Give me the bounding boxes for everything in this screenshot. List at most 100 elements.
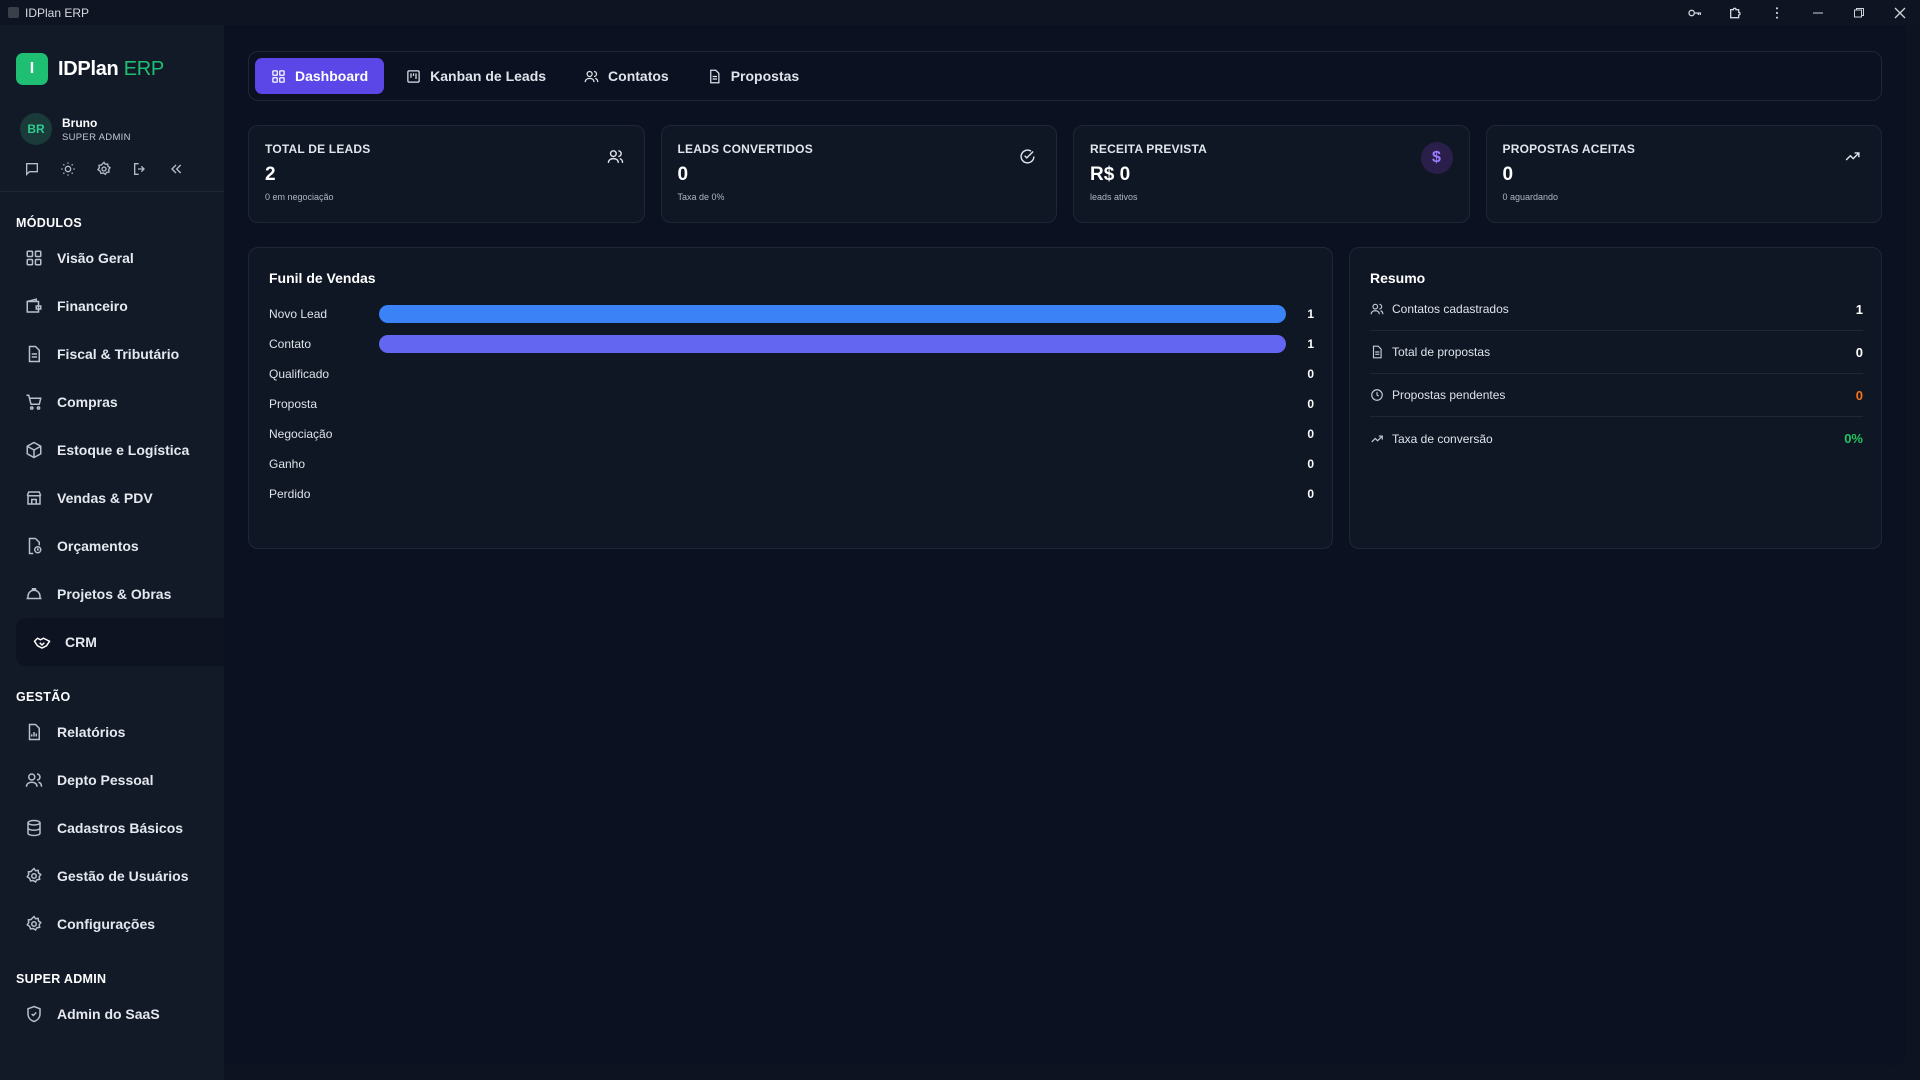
minimize-button[interactable] (1797, 0, 1838, 25)
key-icon[interactable] (1674, 0, 1715, 25)
summary-panel: Resumo Contatos cadastrados 1 Total de p… (1349, 247, 1882, 549)
sidebar-item-label: Configurações (57, 916, 156, 932)
users-icon (1370, 302, 1384, 316)
trending-up-icon (1844, 148, 1861, 165)
funnel-stage-value: 0 (1307, 457, 1314, 471)
sidebar-item-label: Financeiro (57, 298, 128, 314)
brand[interactable]: I IDPlan ERP (0, 25, 224, 95)
tab-label: Contatos (608, 68, 669, 84)
kpi-value: 2 (265, 164, 276, 185)
logout-icon[interactable] (132, 161, 148, 177)
funnel-bar (379, 305, 1286, 323)
close-button[interactable] (1879, 0, 1920, 25)
app-icon (8, 7, 19, 18)
brand-name: IDPlan (58, 57, 119, 80)
tab-dashboard[interactable]: Dashboard (255, 58, 385, 94)
kanban-icon (406, 69, 421, 84)
kpi-card-leads-convertidos[interactable]: LEADS CONVERTIDOS 0 Taxa de 0% (660, 125, 1057, 223)
collapse-icon[interactable] (168, 161, 184, 177)
kpi-card-propostas-aceitas[interactable]: PROPOSTAS ACEITAS 0 0 aguardando (1485, 125, 1882, 223)
users-icon (607, 148, 624, 165)
sidebar-item-orcamentos[interactable]: Orçamentos (0, 522, 224, 570)
kpi-title: RECEITA PREVISTA (1090, 142, 1207, 156)
more-vertical-icon[interactable] (1756, 0, 1797, 25)
funnel-stage-value: 1 (1307, 307, 1314, 321)
sidebar-item-visao-geral[interactable]: Visão Geral (0, 234, 224, 282)
sidebar-item-label: Compras (57, 394, 118, 410)
tab-bar: Dashboard Kanban de Leads Contatos Propo… (248, 51, 1882, 101)
sidebar-item-fiscal[interactable]: Fiscal & Tributário (0, 330, 224, 378)
box-icon (25, 441, 43, 459)
sidebar-item-label: Admin do SaaS (57, 1006, 160, 1022)
summary-value: 0% (1844, 431, 1863, 446)
sidebar-item-vendas[interactable]: Vendas & PDV (0, 474, 224, 522)
database-icon (25, 819, 43, 837)
cart-icon (25, 393, 43, 411)
chart-file-icon (25, 723, 43, 741)
kpi-title: TOTAL DE LEADS (265, 142, 371, 156)
funnel-stage-label: Qualificado (269, 367, 330, 381)
kpi-subtitle: leads ativos (1090, 192, 1138, 202)
kpi-card-total-leads[interactable]: TOTAL DE LEADS 2 0 em negociação (248, 125, 645, 223)
user-box[interactable]: BR Bruno SUPER ADMIN (0, 95, 224, 145)
sidebar-item-label: CRM (65, 634, 97, 650)
funnel-stage-label: Ganho (269, 457, 306, 471)
funnel-row: Qualificado 0 (269, 364, 1314, 384)
sidebar-item-cadastros[interactable]: Cadastros Básicos (0, 804, 224, 852)
restore-button[interactable] (1838, 0, 1879, 25)
sidebar-item-label: Projetos & Obras (57, 586, 172, 602)
funnel-row: Proposta 0 (269, 394, 1314, 414)
tab-propostas[interactable]: Propostas (691, 58, 815, 94)
clock-icon (1370, 388, 1384, 402)
tab-label: Propostas (730, 68, 800, 84)
funnel-row: Negociação 0 (269, 424, 1314, 444)
sidebar-item-depto-pessoal[interactable]: Depto Pessoal (0, 756, 224, 804)
section-title-modulos: MÓDULOS (16, 216, 82, 230)
chat-icon[interactable] (24, 161, 40, 177)
kpi-title: LEADS CONVERTIDOS (677, 142, 813, 156)
hardhat-icon (25, 585, 43, 603)
tab-contatos[interactable]: Contatos (568, 58, 685, 94)
sidebar-item-estoque[interactable]: Estoque e Logística (0, 426, 224, 474)
handshake-icon (33, 633, 51, 651)
summary-row-taxa-conversao: Taxa de conversão 0% (1370, 417, 1863, 460)
tab-kanban[interactable]: Kanban de Leads (390, 58, 562, 94)
funnel-track (379, 485, 1286, 503)
gear-icon[interactable] (96, 161, 112, 177)
sidebar-item-projetos[interactable]: Projetos & Obras (0, 570, 224, 618)
wallet-icon (25, 297, 43, 315)
user-role: SUPER ADMIN (62, 131, 131, 143)
main-content: Dashboard Kanban de Leads Contatos Propo… (224, 25, 1906, 1065)
tab-label: Kanban de Leads (430, 68, 547, 84)
sidebar-item-label: Estoque e Logística (57, 442, 190, 458)
sun-icon[interactable] (60, 161, 76, 177)
funnel-stage-label: Negociação (269, 427, 333, 441)
document-icon (1370, 345, 1384, 359)
funnel-track (379, 365, 1286, 383)
kpi-subtitle: Taxa de 0% (677, 192, 725, 202)
sidebar-item-admin-saas[interactable]: Admin do SaaS (0, 990, 224, 1038)
extension-icon[interactable] (1715, 0, 1756, 25)
sidebar-item-compras[interactable]: Compras (0, 378, 224, 426)
kpi-value: 0 (677, 164, 689, 185)
funnel-row: Perdido 0 (269, 484, 1314, 504)
funnel-row: Ganho 0 (269, 454, 1314, 474)
summary-label: Total de propostas (1392, 345, 1491, 359)
panel-title: Resumo (1370, 270, 1426, 286)
kpi-card-receita-prevista[interactable]: RECEITA PREVISTA R$ 0 leads ativos $ (1073, 125, 1470, 223)
summary-row-propostas-pendentes: Propostas pendentes 0 (1370, 374, 1863, 417)
summary-label: Contatos cadastrados (1392, 302, 1509, 316)
funnel-row: Novo Lead 1 (269, 304, 1314, 324)
sidebar-item-label: Gestão de Usuários (57, 868, 189, 884)
dollar-icon: $ (1420, 142, 1453, 174)
sidebar-item-configuracoes[interactable]: Configurações (0, 900, 224, 948)
sidebar-item-gestao-usuarios[interactable]: Gestão de Usuários (0, 852, 224, 900)
sidebar-item-financeiro[interactable]: Financeiro (0, 282, 224, 330)
sidebar-item-label: Fiscal & Tributário (57, 346, 180, 362)
user-gear-icon (25, 867, 43, 885)
funnel-stage-value: 0 (1307, 487, 1314, 501)
grid-icon (25, 249, 43, 267)
sidebar-item-label: Depto Pessoal (57, 772, 154, 788)
sidebar-item-crm[interactable]: CRM (16, 618, 224, 666)
sidebar-item-relatorios[interactable]: Relatórios (0, 708, 224, 756)
